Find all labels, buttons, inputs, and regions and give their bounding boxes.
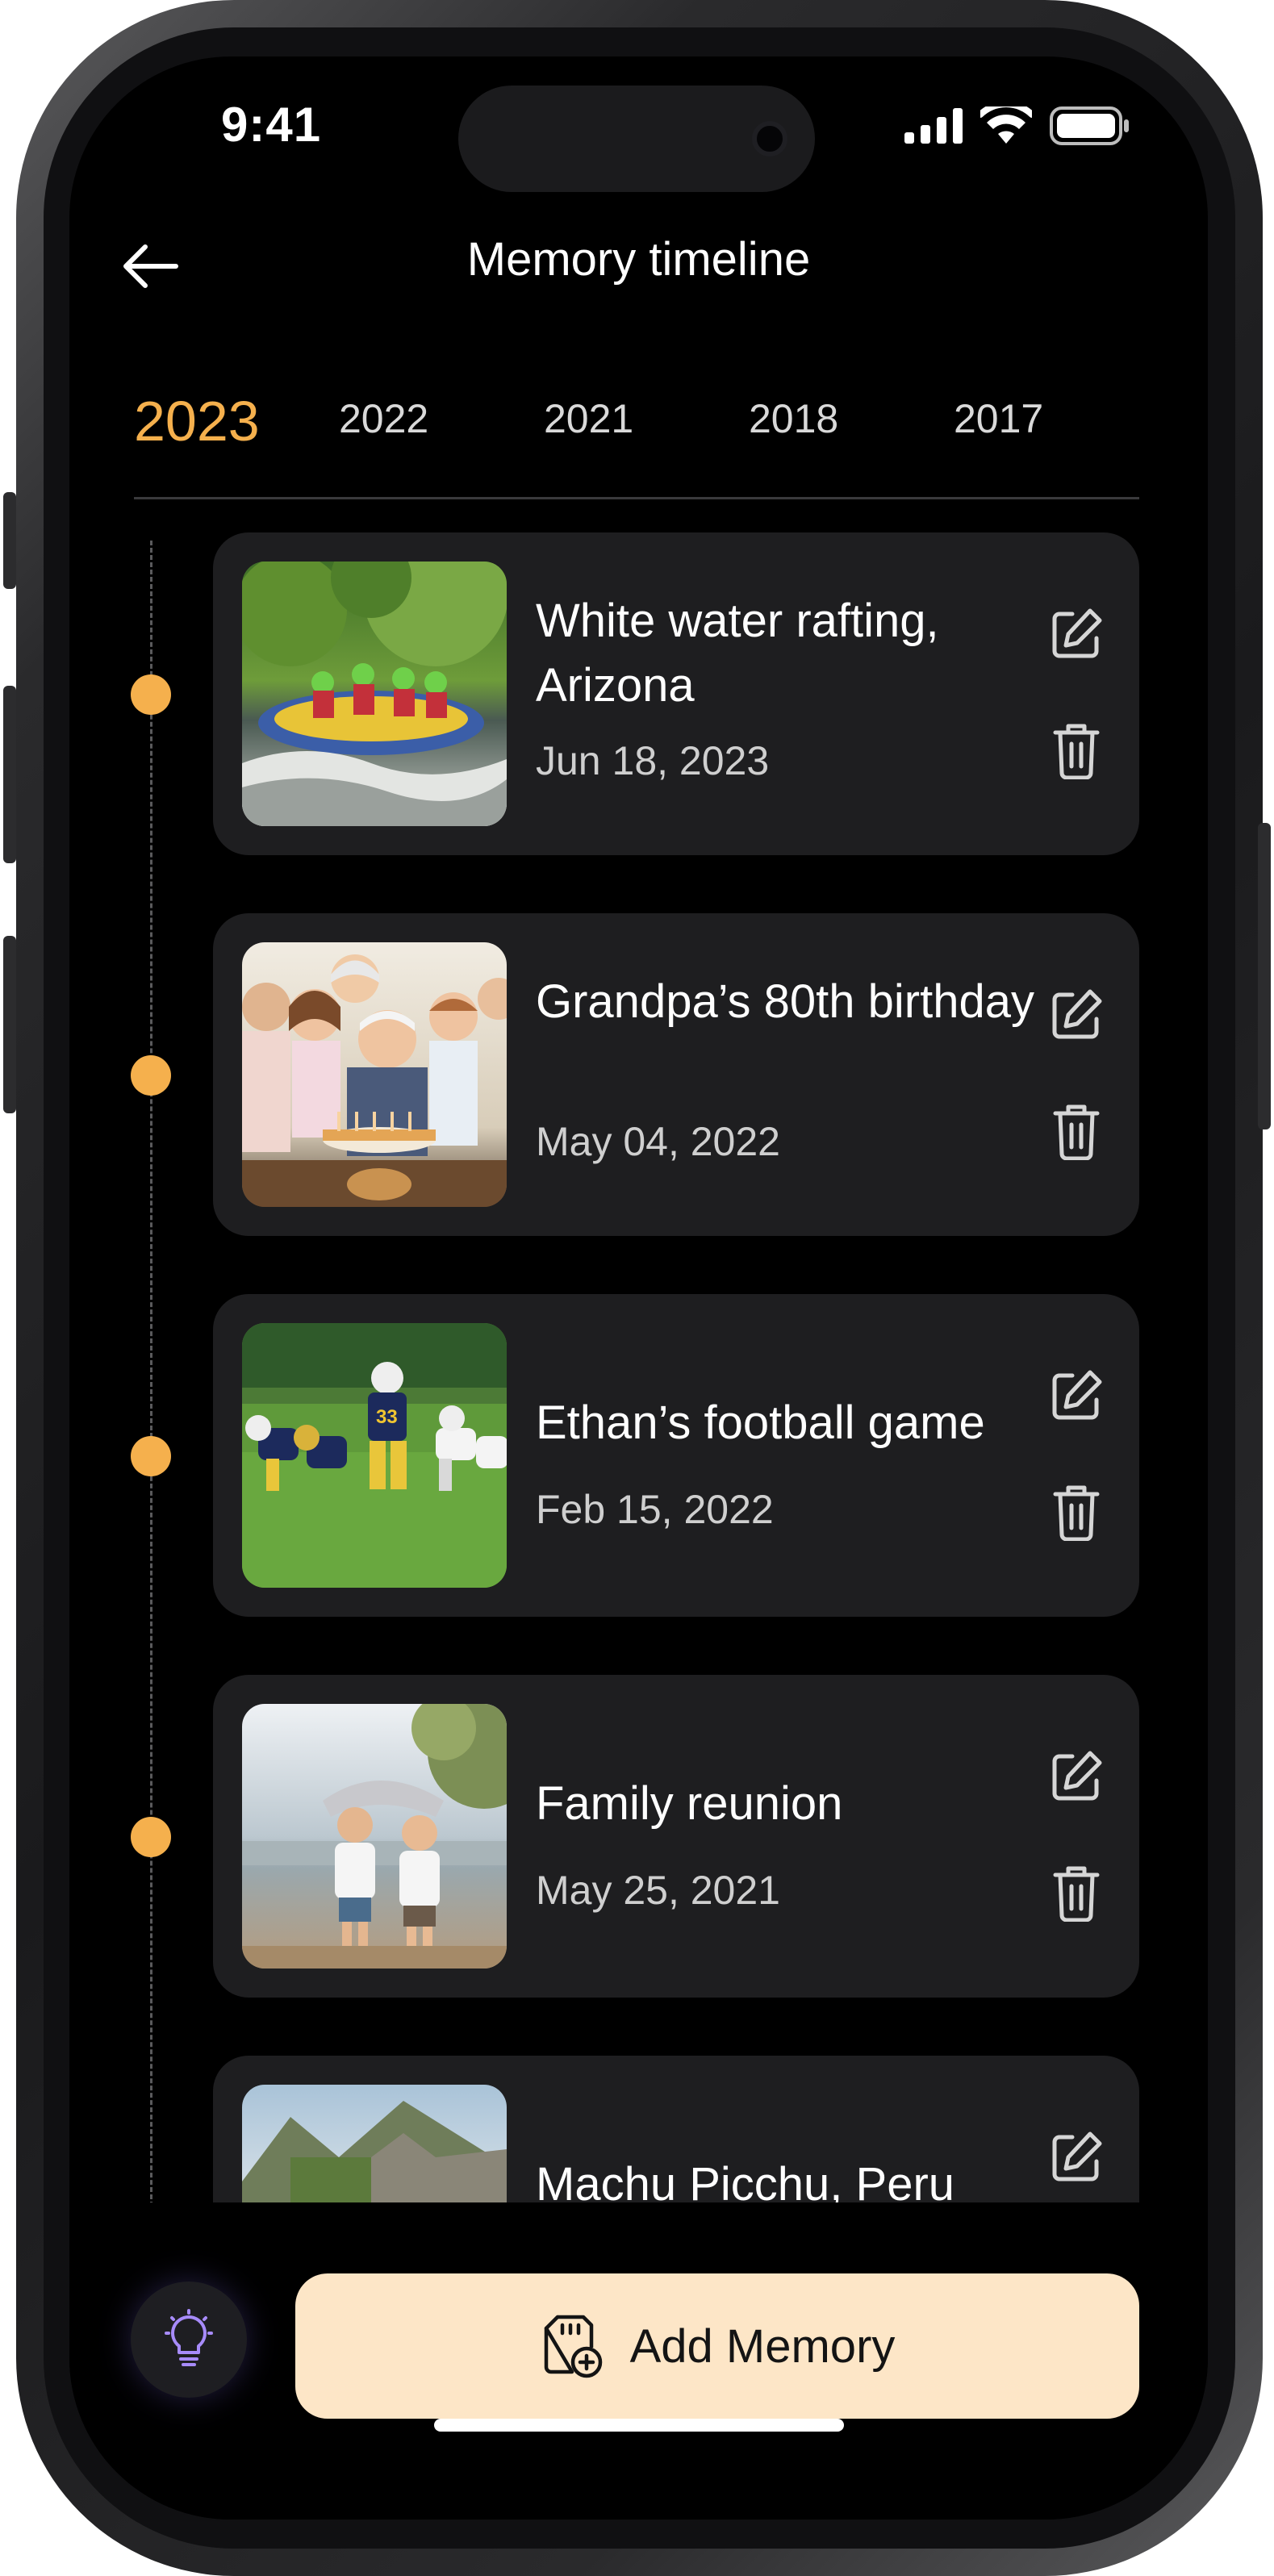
add-memory-label: Add Memory [629,2319,896,2373]
delete-button[interactable] [1036,1472,1117,1552]
power-side-button [1258,823,1271,1129]
timeline-dot [131,1817,171,1857]
pencil-square-icon [1052,989,1102,1039]
edit-button[interactable] [1036,1355,1117,1436]
memory-date: Jun 18, 2023 [536,738,770,783]
add-memory-button[interactable]: Add Memory [295,2273,1139,2419]
memory-card[interactable]: 33 Ethan’s football game Feb 15, 2022 [213,1294,1139,1617]
memory-title: White water rafting, Arizona [536,595,939,712]
pencil-square-icon [1052,1370,1102,1420]
volume-up-side-button [3,686,16,863]
memory-title: Grandpa’s 80th birthday [536,975,1035,1028]
idea-button[interactable] [131,2282,247,2398]
timeline-dot [131,674,171,715]
trash-icon [1053,724,1100,779]
memory-title: Machu Picchu, Peru [536,2158,955,2202]
delete-button[interactable] [1036,1091,1117,1171]
birthday-photo [242,942,507,1207]
edit-button[interactable] [1036,1736,1117,1817]
timeline-dot [131,1436,171,1476]
delete-button[interactable] [1036,1852,1117,1933]
memory-card[interactable]: Grandpa’s 80th birthday May 04, 2022 [213,913,1139,1236]
wifi-icon [980,106,1032,144]
memory-title: Family reunion [536,1777,843,1830]
front-camera [752,121,787,157]
memory-card[interactable]: Family reunion May 25, 2021 [213,1675,1139,1998]
tabs-divider [134,497,1139,499]
memory-card[interactable]: White water rafting, Arizona Jun 18, 202… [213,532,1139,855]
tab-2023[interactable]: 2023 [134,389,260,453]
tab-2022[interactable]: 2022 [339,395,428,442]
memory-card[interactable]: Machu Picchu, Peru [213,2056,1139,2202]
trash-icon [1053,1866,1100,1922]
memory-title: Ethan’s football game [536,1397,985,1449]
timeline-dot [131,1055,171,1096]
trash-icon [1053,1485,1100,1541]
pencil-square-icon [1052,1751,1102,1801]
timeline-line [150,541,152,2202]
lightbulb-icon [165,2309,213,2366]
sd-card-plus-icon [544,2315,602,2378]
pencil-square-icon [1052,2131,1102,2181]
delete-button[interactable] [1036,710,1117,791]
tab-2017[interactable]: 2017 [954,395,1043,442]
status-time: 9:41 [221,98,322,152]
page-title: Memory timeline [466,233,811,286]
status-icons [904,106,1130,145]
pencil-square-icon [1052,608,1102,658]
memory-list[interactable]: White water rafting, Arizona Jun 18, 202… [69,500,1208,2202]
home-indicator[interactable] [434,2419,844,2432]
rafting-photo [242,562,507,826]
memory-date: May 04, 2022 [536,1119,780,1164]
trash-icon [1053,1104,1100,1160]
tab-2018[interactable]: 2018 [749,395,838,442]
memory-date: Feb 15, 2022 [536,1487,774,1532]
action-side-button [3,492,16,589]
edit-button[interactable] [1036,594,1117,674]
volume-down-side-button [3,936,16,1113]
ruins-photo [242,2085,507,2202]
svg-text:33: 33 [376,1406,398,1428]
tab-2021[interactable]: 2021 [544,395,633,442]
year-tabs: 2023 2022 2021 2018 2017 [134,390,1134,492]
edit-button[interactable] [1036,2117,1117,2198]
battery-icon [1050,106,1129,145]
beach-photo [242,1704,507,1969]
screen: 9:41 Memory timeline 2023 2022 2021 2018… [69,56,1208,2520]
edit-button[interactable] [1036,975,1117,1055]
cellular-signal-icon [904,108,963,144]
memory-date: May 25, 2021 [536,1868,780,1913]
dynamic-island [458,86,815,192]
football-photo: 33 [242,1323,507,1588]
